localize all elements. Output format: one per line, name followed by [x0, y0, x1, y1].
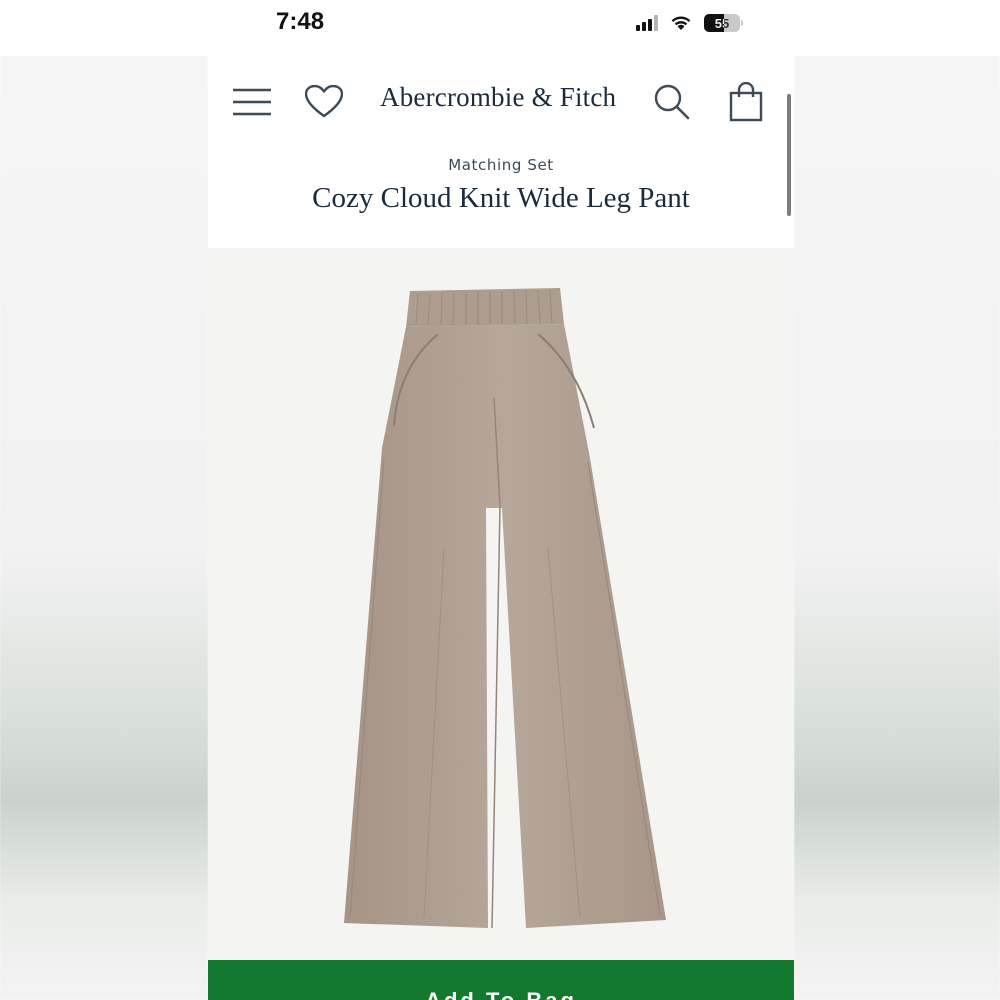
product-category[interactable]: Matching Set: [208, 146, 794, 174]
cellular-signal-icon: [636, 15, 658, 31]
add-to-bag-label: Add To Bag: [208, 988, 794, 1000]
search-icon[interactable]: [652, 82, 692, 122]
site-header: Abercrombie & Fitch: [208, 56, 794, 146]
product-heading: Matching Set Cozy Cloud Knit Wide Leg Pa…: [208, 146, 794, 248]
heart-icon[interactable]: [304, 82, 344, 122]
pants-image: [344, 288, 666, 929]
app-screen: Abercrombie & Fitch Matching Set Cozy Cl…: [208, 56, 794, 1000]
blurred-background-right: [794, 0, 1000, 1000]
add-to-bag-button[interactable]: Add To Bag: [208, 960, 794, 1000]
status-icons: 55: [636, 14, 743, 32]
status-bar: 7:48 55: [0, 0, 1000, 56]
scrollbar[interactable]: [787, 94, 791, 216]
status-time: 7:48: [276, 8, 325, 35]
shopping-bag-icon[interactable]: [726, 82, 766, 122]
product-image[interactable]: [208, 248, 794, 960]
wifi-icon: [671, 16, 691, 30]
battery-level: 55: [714, 15, 730, 31]
hamburger-menu-icon[interactable]: [232, 82, 272, 122]
battery-icon: 55: [704, 14, 743, 32]
brand-logo[interactable]: Abercrombie & Fitch: [380, 82, 616, 113]
product-title: Cozy Cloud Knit Wide Leg Pant: [312, 182, 690, 214]
blurred-background-left: [0, 0, 208, 1000]
